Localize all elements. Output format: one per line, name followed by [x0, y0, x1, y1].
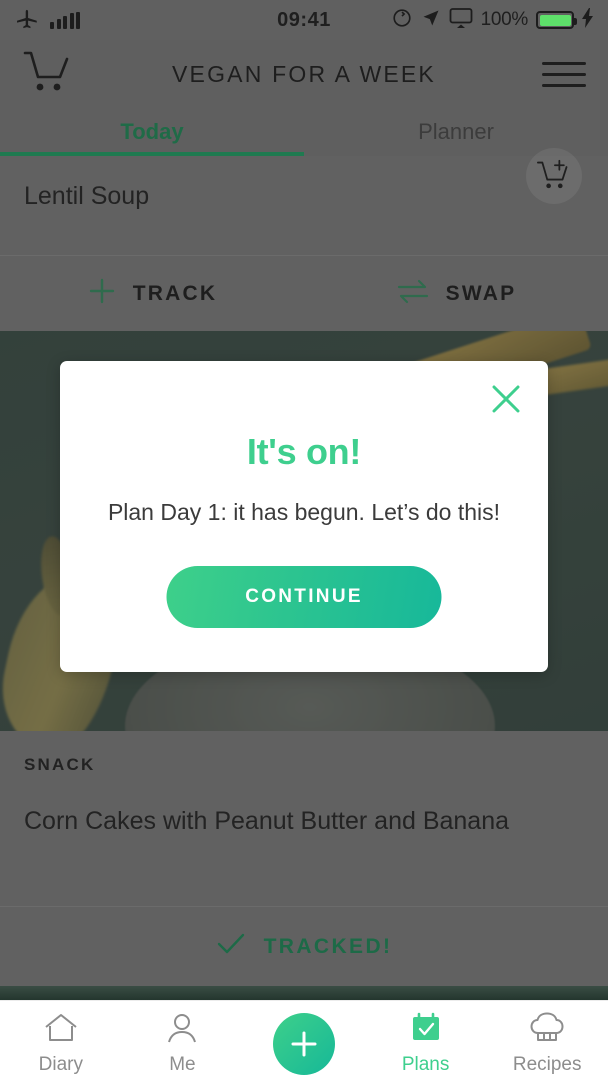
continue-button[interactable]: CONTINUE — [166, 566, 442, 628]
meal-category-label: SNACK — [24, 755, 96, 774]
battery-icon — [536, 11, 577, 29]
nav-item-me[interactable]: Me — [122, 1001, 244, 1076]
swap-label: SWAP — [445, 281, 517, 305]
add-fab-button[interactable] — [243, 1001, 365, 1075]
shopping-cart-icon[interactable] — [22, 49, 72, 100]
cart-plus-icon[interactable] — [526, 148, 582, 204]
battery-percent-label: 100% — [480, 9, 529, 30]
app-bar: VEGAN FOR A WEEK — [0, 40, 608, 108]
meal-title: Corn Cakes with Peanut Butter and Banana — [24, 807, 510, 835]
tab-today[interactable]: Today — [0, 108, 304, 156]
meal-card-lentil-soup[interactable]: Lentil Soup — [0, 148, 608, 255]
tracked-status-row[interactable]: TRACKED! — [0, 906, 608, 986]
plus-icon — [87, 276, 117, 311]
calendar-check-icon — [409, 1011, 443, 1050]
nav-label: Plans — [401, 1054, 450, 1075]
track-label: TRACK — [132, 281, 218, 305]
nav-item-diary[interactable]: Diary — [0, 1001, 122, 1076]
tab-bar: Today Planner — [0, 108, 608, 156]
track-button[interactable]: TRACK — [0, 256, 304, 331]
nav-label: Me — [169, 1054, 196, 1075]
status-bar-right: 100% — [391, 7, 594, 34]
status-bar: 09:41 100% — [0, 0, 608, 40]
meal-actions-row: TRACK SWAP — [0, 255, 608, 331]
plus-icon — [272, 1013, 335, 1075]
close-x-icon[interactable] — [486, 379, 526, 419]
swap-arrows-icon — [396, 278, 430, 309]
plan-started-modal: It's on! Plan Day 1: it has begun. Let’s… — [60, 361, 548, 672]
nav-label: Recipes — [512, 1054, 582, 1075]
airplay-icon — [449, 7, 473, 34]
tracked-label: TRACKED! — [263, 934, 393, 958]
modal-body-text: Plan Day 1: it has begun. Let’s do this! — [107, 499, 501, 525]
rotation-lock-icon — [391, 7, 413, 34]
charging-bolt-icon — [582, 7, 594, 33]
app-screen: 09:41 100% VEGAN FOR A WEEK Today Planne… — [0, 0, 608, 1080]
chef-hat-icon — [529, 1011, 565, 1050]
meal-card-snack[interactable]: SNACK Corn Cakes with Peanut Butter and … — [0, 731, 608, 906]
home-icon — [42, 1011, 80, 1050]
hamburger-menu-icon[interactable] — [542, 61, 586, 87]
meal-title: Lentil Soup — [24, 182, 150, 210]
nav-item-recipes[interactable]: Recipes — [486, 1001, 608, 1076]
nav-item-plans[interactable]: Plans — [365, 1001, 487, 1076]
location-arrow-icon — [421, 8, 441, 33]
next-card-strip — [0, 986, 608, 1000]
check-icon — [216, 931, 246, 962]
nav-label: Diary — [38, 1054, 83, 1075]
modal-title: It's on! — [246, 431, 362, 472]
person-icon — [165, 1011, 199, 1050]
page-title: VEGAN FOR A WEEK — [172, 60, 436, 87]
swap-button[interactable]: SWAP — [304, 256, 608, 331]
bottom-navigation: Diary Me Plans Recipes — [0, 1000, 608, 1080]
